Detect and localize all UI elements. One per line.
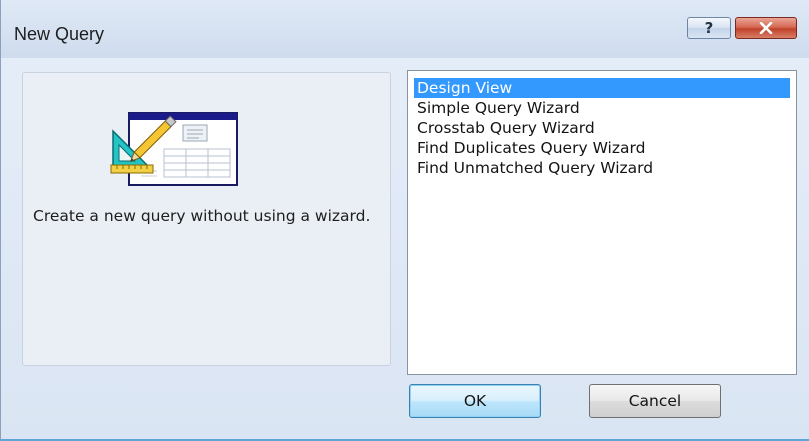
list-item-design-view[interactable]: Design View: [414, 78, 790, 98]
design-view-icon: [110, 112, 238, 186]
list-item-find-duplicates-query-wizard[interactable]: Find Duplicates Query Wizard: [414, 138, 790, 158]
close-button[interactable]: [735, 17, 797, 39]
new-query-dialog: New Query ? Create a new query without u…: [0, 0, 809, 441]
title-bar: New Query ?: [1, 0, 809, 58]
list-item-simple-query-wizard[interactable]: Simple Query Wizard: [414, 98, 790, 118]
list-item-find-unmatched-query-wizard[interactable]: Find Unmatched Query Wizard: [414, 158, 790, 178]
close-icon: [759, 22, 773, 34]
query-type-list[interactable]: Design View Simple Query Wizard Crosstab…: [407, 70, 797, 375]
help-button[interactable]: ?: [687, 17, 731, 39]
help-icon: ?: [704, 19, 714, 37]
ok-button[interactable]: OK: [409, 384, 541, 418]
query-description: Create a new query without using a wizar…: [33, 207, 371, 225]
window-title: New Query: [14, 24, 105, 44]
description-panel: Create a new query without using a wizar…: [22, 72, 391, 366]
list-item-crosstab-query-wizard[interactable]: Crosstab Query Wizard: [414, 118, 790, 138]
cancel-button[interactable]: Cancel: [589, 384, 721, 418]
